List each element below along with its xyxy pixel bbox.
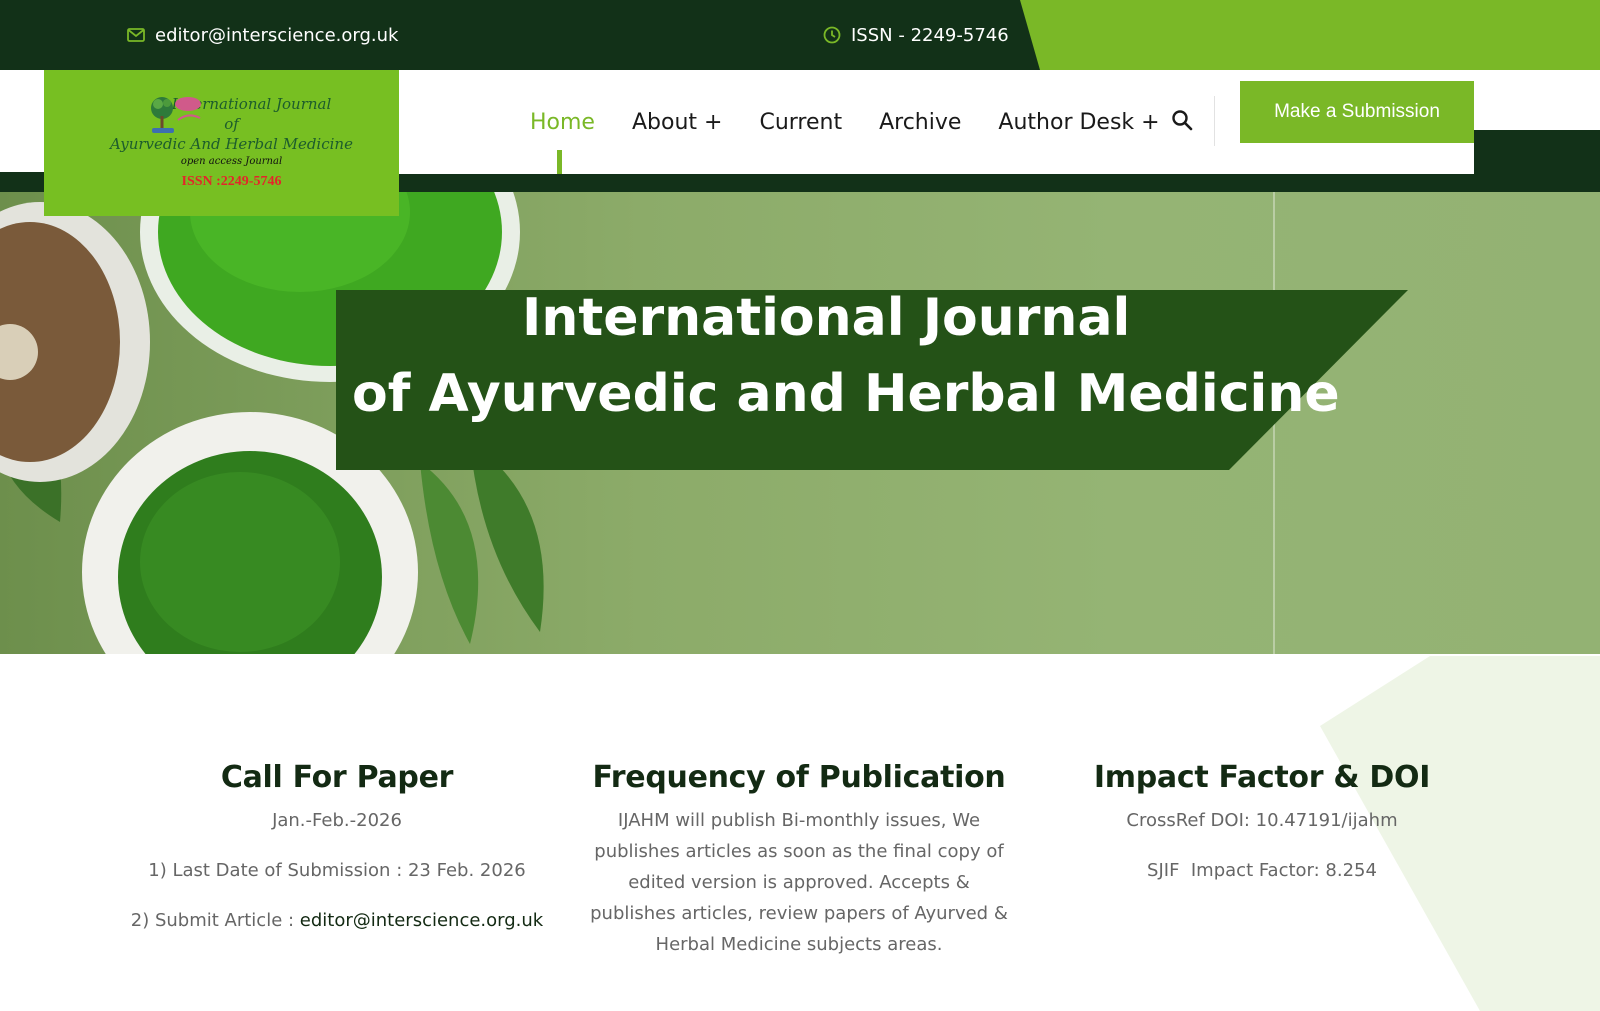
clock-icon bbox=[823, 26, 841, 44]
logo-subtitle: open access Journal bbox=[180, 156, 283, 167]
frequency-title: Frequency of Publication bbox=[592, 760, 1006, 795]
nav-divider bbox=[1214, 96, 1215, 146]
hero-title-line-1: International Journal bbox=[522, 288, 1131, 348]
frequency-description: IJAHM will publish Bi-monthly issues, We… bbox=[590, 810, 1008, 955]
issue-period: Jan.-Feb.-2026 bbox=[272, 810, 402, 831]
top-bar: editor@interscience.org.uk ISSN - 2249-5… bbox=[0, 0, 1600, 70]
logo-emblem-icon bbox=[148, 92, 206, 136]
impact-factor-block: Impact Factor & DOI CrossRef DOI: 10.471… bbox=[1044, 760, 1480, 886]
sjif-impact-factor: SJIF Impact Factor: 8.254 bbox=[1147, 860, 1377, 881]
search-icon bbox=[1171, 109, 1193, 135]
nav-home[interactable]: Home bbox=[530, 110, 595, 135]
nav-right-block bbox=[1474, 130, 1600, 192]
call-for-paper-block: Call For Paper Jan.-Feb.-2026 1) Last Da… bbox=[120, 760, 554, 936]
search-button[interactable] bbox=[1168, 106, 1196, 138]
impact-factor-title: Impact Factor & DOI bbox=[1093, 760, 1431, 795]
submit-article-label: 2) Submit Article : bbox=[130, 910, 300, 931]
nav-author-desk[interactable]: Author Desk + bbox=[998, 110, 1159, 135]
contact-email[interactable]: editor@interscience.org.uk bbox=[127, 0, 398, 70]
submit-article-email-link[interactable]: editor@interscience.org.uk bbox=[300, 910, 543, 931]
call-for-paper-title: Call For Paper bbox=[220, 760, 454, 795]
nav-current[interactable]: Current bbox=[759, 110, 842, 135]
crossref-doi: CrossRef DOI: 10.47191/ijahm bbox=[1126, 810, 1398, 831]
issn-text: ISSN - 2249-5746 bbox=[851, 24, 1009, 46]
logo-title-line-3: Ayurvedic And Herbal Medicine bbox=[110, 135, 353, 153]
nav-archive[interactable]: Archive bbox=[879, 110, 961, 135]
hero-banner: International Journal of Ayurvedic and H… bbox=[0, 192, 1600, 654]
contact-email-text: editor@interscience.org.uk bbox=[155, 24, 399, 46]
primary-menu: Home About + Current Archive Author Desk… bbox=[530, 70, 1197, 174]
logo-title-line-2: of bbox=[224, 115, 239, 133]
submit-article-line: 2) Submit Article : editor@interscience.… bbox=[120, 905, 554, 936]
logo-issn: ISSN :2249-5746 bbox=[181, 174, 282, 189]
top-bar-accent bbox=[1020, 0, 1600, 70]
hero-title-line-2: of Ayurvedic and Herbal Medicine bbox=[352, 364, 1340, 424]
nav-about[interactable]: About + bbox=[632, 110, 722, 135]
frequency-block: Frequency of Publication IJAHM will publ… bbox=[584, 760, 1014, 960]
make-submission-button[interactable]: Make a Submission bbox=[1240, 81, 1474, 143]
active-nav-indicator bbox=[557, 150, 562, 174]
journal-logo[interactable]: International Journal of Ayurvedic And H… bbox=[44, 70, 399, 216]
envelope-icon bbox=[127, 28, 145, 42]
last-submission-date: 1) Last Date of Submission : 23 Feb. 202… bbox=[148, 860, 526, 881]
issn-info: ISSN - 2249-5746 bbox=[823, 0, 1009, 70]
